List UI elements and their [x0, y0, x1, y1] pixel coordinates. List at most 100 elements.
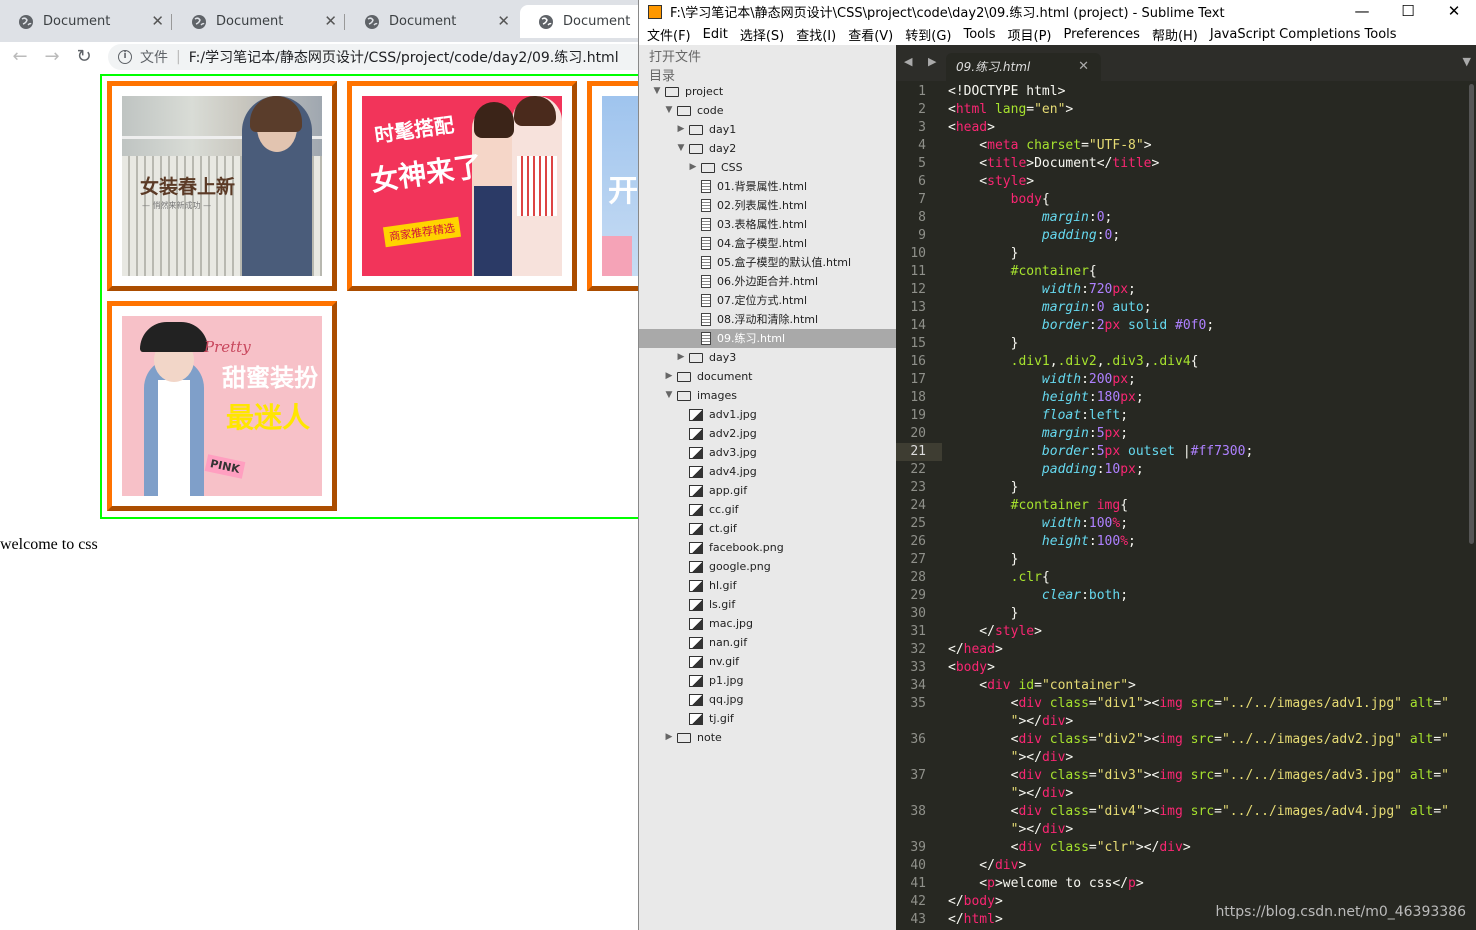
tree-file[interactable]: adv4.jpg [639, 462, 896, 481]
code-line[interactable]: .clr{ [948, 569, 1050, 587]
code-line[interactable]: } [948, 479, 1019, 497]
code-line[interactable]: border:2px solid #0f0; [948, 317, 1214, 335]
code-line[interactable]: float:left; [948, 407, 1128, 425]
code-line[interactable]: <head> [948, 119, 995, 137]
chevron-down-icon[interactable]: ▼ [651, 82, 663, 101]
code-line[interactable]: width:100%; [948, 515, 1128, 533]
tree-folder[interactable]: ▼ project [639, 82, 896, 101]
code-line[interactable]: body{ [948, 191, 1050, 209]
browser-tab-2[interactable]: Document ✕ [173, 5, 345, 38]
tree-file[interactable]: nv.gif [639, 652, 896, 671]
close-icon[interactable]: ✕ [151, 13, 164, 29]
menu-item[interactable]: 查找(I) [796, 25, 836, 44]
close-icon[interactable]: ✕ [497, 13, 510, 29]
address-bar[interactable]: i 文件 | F:/学习笔记本/静态网页设计/CSS/project/code/… [108, 44, 640, 70]
menu-item[interactable]: 帮助(H) [1152, 25, 1198, 44]
chevron-right-icon[interactable]: ▶ [675, 120, 687, 139]
reload-icon[interactable]: ↻ [73, 46, 95, 68]
code-line[interactable]: <p>welcome to css</p> [948, 875, 1143, 893]
browser-tab-4-active[interactable]: Document [520, 5, 640, 38]
tree-file[interactable]: 04.盒子模型.html [639, 234, 896, 253]
tree-file[interactable]: hl.gif [639, 576, 896, 595]
code-line[interactable]: </html> [948, 911, 1003, 929]
code-line[interactable]: </body> [948, 893, 1003, 911]
code-line[interactable]: padding:0; [948, 227, 1120, 245]
tree-file[interactable]: adv3.jpg [639, 443, 896, 462]
tree-folder[interactable]: ▶ day3 [639, 348, 896, 367]
code-line[interactable]: #container img{ [948, 497, 1128, 515]
code-line[interactable]: height:100%; [948, 533, 1136, 551]
code-line[interactable]: width:720px; [948, 281, 1136, 299]
code-line[interactable]: </head> [948, 641, 1003, 659]
chevron-down-icon[interactable]: ▼ [663, 386, 675, 405]
editor-tab-active[interactable]: 09.练习.html ✕ [946, 53, 1101, 81]
code-editor[interactable]: <!DOCTYPE html> <html lang="en"> <head> <m… [948, 81, 1468, 930]
chevron-down-icon[interactable]: ▼ [675, 139, 687, 158]
menu-item[interactable]: 查看(V) [848, 25, 893, 44]
code-line[interactable]: </div> [948, 857, 1026, 875]
tree-file[interactable]: tj.gif [639, 709, 896, 728]
code-line[interactable]: <meta charset="UTF-8"> [948, 137, 1151, 155]
tree-file[interactable]: mac.jpg [639, 614, 896, 633]
chevron-right-icon[interactable]: ▶ [675, 348, 687, 367]
code-line[interactable]: <div class="clr"></div> [948, 839, 1191, 857]
code-line[interactable]: } [948, 551, 1019, 569]
menu-item[interactable]: Preferences [1063, 27, 1139, 42]
menu-item[interactable]: 转到(G) [905, 25, 951, 44]
chevron-down-icon[interactable]: ▼ [1463, 55, 1471, 68]
tree-file[interactable]: 06.外边距合并.html [639, 272, 896, 291]
tree-file[interactable]: 02.列表属性.html [639, 196, 896, 215]
menu-item[interactable]: 选择(S) [740, 25, 784, 44]
tree-file[interactable]: 01.背景属性.html [639, 177, 896, 196]
code-line[interactable]: <div class="div2"><img src="../../images… [948, 731, 1449, 749]
chevron-down-icon[interactable]: ▼ [663, 101, 675, 120]
tree-file[interactable]: 09.练习.html [639, 329, 896, 348]
code-line[interactable]: clear:both; [948, 587, 1128, 605]
browser-tab-1[interactable]: Document ✕ [0, 5, 172, 38]
code-line[interactable]: <div class="div1"><img src="../../images… [948, 695, 1449, 713]
info-icon[interactable]: i [118, 50, 132, 64]
code-line[interactable]: "></div> [948, 749, 1074, 767]
code-line[interactable]: } [948, 335, 1019, 353]
code-line[interactable]: #container{ [948, 263, 1097, 281]
code-line[interactable]: <title>Document</title> [948, 155, 1159, 173]
code-line[interactable]: "></div> [948, 785, 1074, 803]
code-line[interactable]: <style> [948, 173, 1034, 191]
chevron-right-icon[interactable]: ▶ [663, 367, 675, 386]
close-icon[interactable]: ✕ [324, 13, 337, 29]
code-line[interactable]: "></div> [948, 713, 1074, 731]
code-line[interactable]: margin:0 auto; [948, 299, 1152, 317]
menu-item[interactable]: 项目(P) [1008, 25, 1052, 44]
menu-item[interactable]: Tools [963, 27, 995, 42]
minimize-icon[interactable]: — [1339, 0, 1385, 23]
code-line[interactable]: margin:0; [948, 209, 1112, 227]
tree-file[interactable]: adv2.jpg [639, 424, 896, 443]
back-arrow-icon[interactable]: ← [9, 46, 31, 68]
tree-file[interactable]: adv1.jpg [639, 405, 896, 424]
code-line[interactable]: <!DOCTYPE html> [948, 83, 1065, 101]
tree-folder[interactable]: ▶ document [639, 367, 896, 386]
code-line[interactable]: <body> [948, 659, 995, 677]
code-line[interactable]: </style> [948, 623, 1042, 641]
code-line[interactable]: .div1,.div2,.div3,.div4{ [948, 353, 1199, 371]
close-icon[interactable]: ✕ [1078, 53, 1089, 81]
tree-folder[interactable]: ▶ note [639, 728, 896, 747]
tree-file[interactable]: 03.表格属性.html [639, 215, 896, 234]
tree-folder[interactable]: ▶ CSS [639, 158, 896, 177]
tree-file[interactable]: qq.jpg [639, 690, 896, 709]
forward-arrow-icon[interactable]: → [41, 46, 63, 68]
chevron-right-icon[interactable]: ▶ [663, 728, 675, 747]
tree-file[interactable]: facebook.png [639, 538, 896, 557]
tree-folder[interactable]: ▼ code [639, 101, 896, 120]
tab-nav-arrows-icon[interactable]: ◀ ▶ [904, 55, 942, 68]
tree-file[interactable]: nan.gif [639, 633, 896, 652]
tree-folder[interactable]: ▼ day2 [639, 139, 896, 158]
code-line[interactable]: padding:10px; [948, 461, 1144, 479]
code-line[interactable]: width:200px; [948, 371, 1136, 389]
tree-folder[interactable]: ▶ day1 [639, 120, 896, 139]
menu-item[interactable]: 文件(F) [647, 25, 691, 44]
tree-file[interactable]: 08.浮动和清除.html [639, 310, 896, 329]
browser-tab-3[interactable]: Document ✕ [346, 5, 518, 38]
tree-file[interactable]: p1.jpg [639, 671, 896, 690]
maximize-icon[interactable]: ☐ [1385, 0, 1431, 23]
